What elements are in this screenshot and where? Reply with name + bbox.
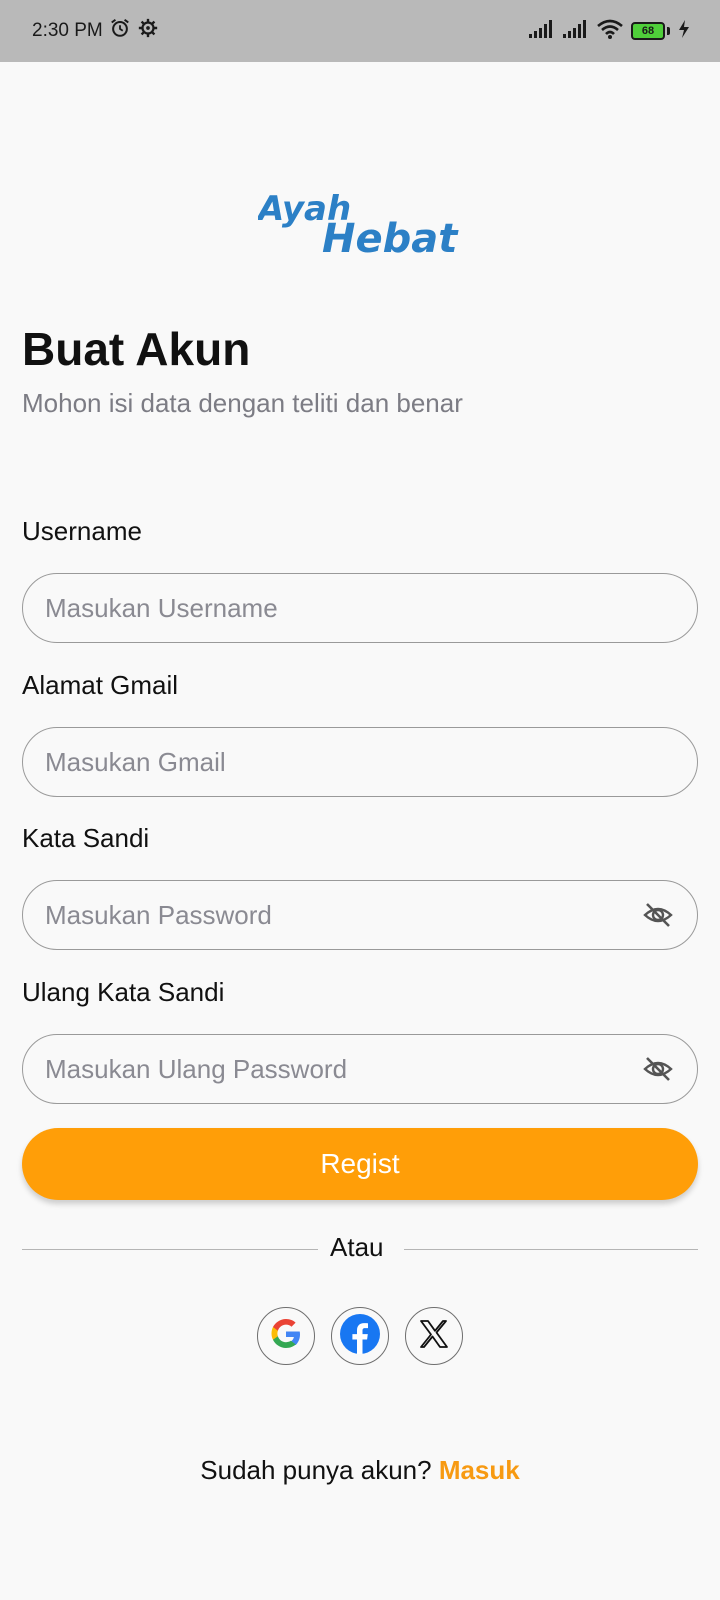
footer-prompt: Sudah punya akun? (200, 1455, 432, 1485)
divider-line-right (404, 1249, 698, 1250)
username-label: Username (22, 516, 142, 546)
status-right: 68 (529, 19, 690, 44)
charging-icon (678, 19, 690, 43)
signal-icon (529, 19, 555, 43)
app-logo: Ayah Hebat (255, 182, 463, 262)
page-subtitle: Mohon isi data dengan teliti dan benar (22, 388, 463, 418)
password-field[interactable] (22, 880, 698, 950)
battery-tip (667, 27, 670, 35)
facebook-login-button[interactable] (331, 1307, 389, 1365)
facebook-icon (339, 1313, 381, 1360)
regist-button[interactable]: Regist (22, 1128, 698, 1200)
confirm-password-label: Ulang Kata Sandi (22, 977, 225, 1007)
wifi-icon (597, 19, 623, 44)
google-login-button[interactable] (257, 1307, 315, 1365)
google-icon (268, 1316, 304, 1357)
status-time: 2:30 PM (32, 20, 103, 41)
password-label: Kata Sandi (22, 823, 150, 853)
divider-label: Atau (330, 1232, 384, 1262)
x-login-button[interactable] (405, 1307, 463, 1365)
confirm-password-field[interactable] (22, 1034, 698, 1104)
password-input[interactable] (45, 899, 641, 931)
footer: Sudah punya akun? Masuk (0, 1455, 720, 1486)
login-link[interactable]: Masuk (439, 1455, 520, 1485)
settings-gear-icon (137, 17, 159, 45)
battery-level: 68 (631, 22, 665, 40)
username-field[interactable] (22, 573, 698, 643)
email-input[interactable] (45, 746, 675, 778)
eye-off-icon[interactable] (641, 898, 675, 932)
status-left: 2:30 PM (32, 17, 159, 45)
divider-line-left (22, 1249, 318, 1250)
x-icon (418, 1318, 450, 1355)
page-title: Buat Akun (22, 323, 251, 375)
confirm-password-input[interactable] (45, 1053, 641, 1085)
alarm-icon (109, 17, 131, 45)
logo-line2: Hebat (322, 216, 459, 260)
eye-off-icon[interactable] (641, 1052, 675, 1086)
email-field[interactable] (22, 727, 698, 797)
battery-icon: 68 (631, 22, 670, 40)
signal-icon (563, 19, 589, 43)
username-input[interactable] (45, 592, 675, 624)
status-bar: 2:30 PM 68 (0, 0, 720, 62)
email-label: Alamat Gmail (22, 670, 179, 700)
